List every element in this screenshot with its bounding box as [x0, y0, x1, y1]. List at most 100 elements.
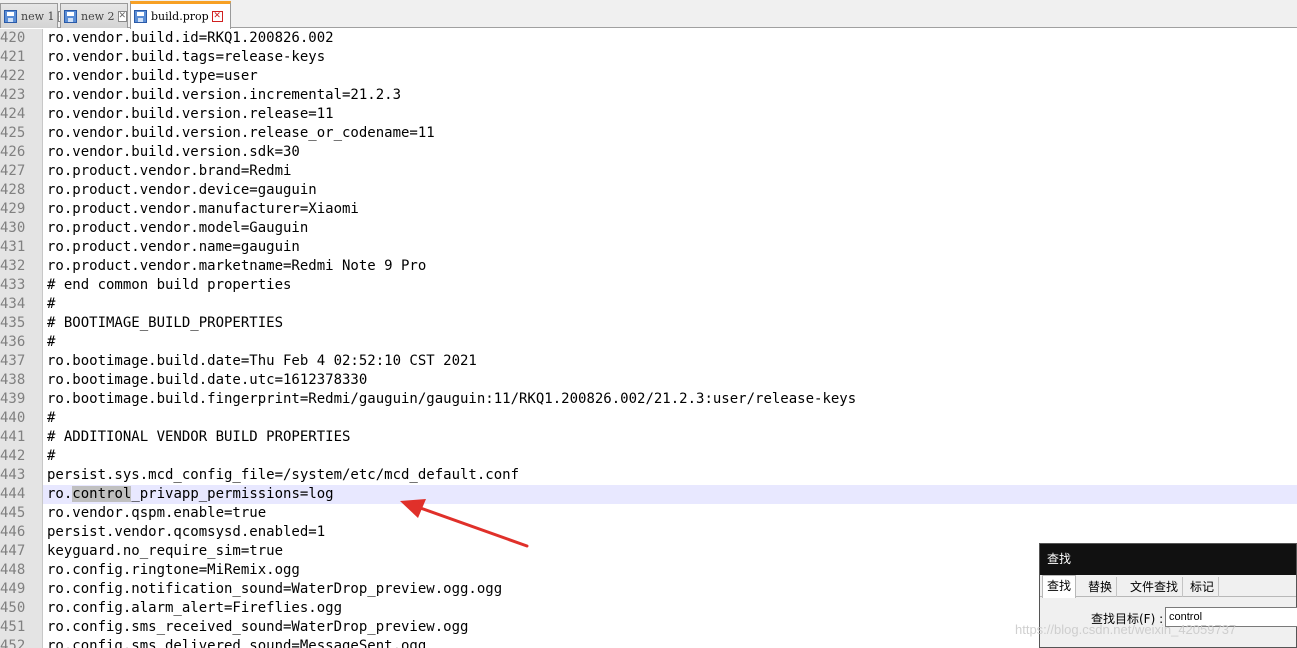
code-line[interactable]: 436 #	[0, 333, 1297, 352]
line-text: ro.product.vendor.device=gauguin	[47, 182, 317, 198]
code-line[interactable]: 437 ro.bootimage.build.date=Thu Feb 4 02:…	[0, 352, 1297, 371]
tab-replace[interactable]: 替换	[1084, 577, 1118, 597]
line-number: 422	[0, 68, 26, 84]
line-number: 438	[0, 372, 26, 388]
code-line[interactable]: 441 # ADDITIONAL VENDOR BUILD PROPERTIES	[0, 428, 1297, 447]
line-number: 435	[0, 315, 26, 331]
save-icon	[134, 10, 147, 23]
code-line[interactable]: 435 # BOOTIMAGE_BUILD_PROPERTIES	[0, 314, 1297, 333]
code-line[interactable]: 442 #	[0, 447, 1297, 466]
code-line[interactable]: 423 ro.vendor.build.version.incremental=2…	[0, 86, 1297, 105]
line-text: ro.product.vendor.brand=Redmi	[47, 163, 292, 179]
code-line[interactable]: 424 ro.vendor.build.version.release=11	[0, 105, 1297, 124]
line-text: ro.vendor.build.version.release=11	[47, 106, 334, 122]
save-icon	[64, 9, 77, 23]
search-match-highlight: control	[72, 486, 132, 502]
line-text: ro.product.vendor.model=Gauguin	[47, 220, 309, 236]
line-text: ro.vendor.build.version.incremental=21.2…	[47, 87, 402, 103]
code-line[interactable]: 428 ro.product.vendor.device=gauguin	[0, 181, 1297, 200]
line-number: 433	[0, 277, 26, 293]
code-line[interactable]: 430 ro.product.vendor.model=Gauguin	[0, 219, 1297, 238]
tab-label: build.prop	[151, 10, 209, 23]
find-dialog: 查找 查找 替换 文件查找 标记 查找目标(F) :	[1039, 543, 1297, 648]
line-number: 443	[0, 467, 26, 483]
code-line[interactable]: 433 # end common build properties	[0, 276, 1297, 295]
line-number: 442	[0, 448, 26, 464]
code-line[interactable]: 438 ro.bootimage.build.date.utc=161237833…	[0, 371, 1297, 390]
line-number: 440	[0, 410, 26, 426]
close-icon[interactable]: ✕	[211, 11, 223, 22]
line-number: 450	[0, 600, 26, 616]
line-text: ro.config.ringtone=MiRemix.ogg	[47, 562, 300, 578]
code-line[interactable]: 443 persist.sys.mcd_config_file=/system/e…	[0, 466, 1297, 485]
line-text-before-match: ro.	[47, 486, 73, 502]
tab-new-2[interactable]: new 2 ✕	[60, 3, 128, 28]
line-text: #	[47, 296, 56, 312]
line-text: # ADDITIONAL VENDOR BUILD PROPERTIES	[47, 429, 351, 445]
line-number: 439	[0, 391, 26, 407]
tab-mark[interactable]: 标记	[1186, 577, 1220, 597]
code-line[interactable]: 439 ro.bootimage.build.fingerprint=Redmi/…	[0, 390, 1297, 409]
code-line[interactable]: 434 #	[0, 295, 1297, 314]
line-text: ro.vendor.build.type=user	[47, 68, 258, 84]
code-line[interactable]: 421 ro.vendor.build.tags=release-keys	[0, 48, 1297, 67]
tab-bar: new 1 ✕ new 2 ✕ build.prop ✕	[0, 0, 1297, 29]
line-number: 445	[0, 505, 26, 521]
line-text: ro.bootimage.build.date=Thu Feb 4 02:52:…	[47, 353, 477, 369]
code-line[interactable]: 445 ro.vendor.qspm.enable=true	[0, 504, 1297, 523]
line-text: ro.vendor.build.version.release_or_coden…	[47, 125, 435, 141]
line-number: 426	[0, 144, 26, 160]
line-text-after-match: _privapp_permissions=log	[131, 486, 334, 502]
code-line[interactable]: 440 #	[0, 409, 1297, 428]
line-number: 432	[0, 258, 26, 274]
code-line[interactable]: 429 ro.product.vendor.manufacturer=Xiaomi	[0, 200, 1297, 219]
code-line[interactable]: 432 ro.product.vendor.marketname=Redmi No…	[0, 257, 1297, 276]
tab-find-in-files[interactable]: 文件查找	[1126, 577, 1184, 597]
line-number: 420	[0, 30, 26, 46]
line-number: 446	[0, 524, 26, 540]
line-text: ro.product.vendor.marketname=Redmi Note …	[47, 258, 427, 274]
code-line[interactable]: 444 ro.control_privapp_permissions=log	[0, 485, 1297, 504]
code-line[interactable]: 427 ro.product.vendor.brand=Redmi	[0, 162, 1297, 181]
code-line[interactable]: 426 ro.vendor.build.version.sdk=30	[0, 143, 1297, 162]
code-line[interactable]: 422 ro.vendor.build.type=user	[0, 67, 1297, 86]
line-text: # end common build properties	[47, 277, 292, 293]
tab-label: new 1	[21, 9, 55, 23]
line-number: 436	[0, 334, 26, 350]
line-number: 434	[0, 296, 26, 312]
save-icon	[4, 9, 17, 23]
find-dialog-tabs: 查找 替换 文件查找 标记	[1040, 575, 1296, 598]
line-text: ro.config.sms_delivered_sound=MessageSen…	[47, 638, 427, 648]
tab-new-1[interactable]: new 1 ✕	[0, 3, 68, 28]
line-text: ro.config.alarm_alert=Fireflies.ogg	[47, 600, 343, 616]
line-text: ro.vendor.build.id=RKQ1.200826.002	[47, 30, 334, 46]
tab-build-prop[interactable]: build.prop ✕	[130, 1, 231, 29]
code-line[interactable]: 446 persist.vendor.qcomsysd.enabled=1	[0, 523, 1297, 542]
line-number: 430	[0, 220, 26, 236]
line-number: 451	[0, 619, 26, 635]
find-target-label: 查找目标(F) :	[1091, 612, 1164, 626]
line-number: 437	[0, 353, 26, 369]
line-number: 429	[0, 201, 26, 217]
line-number: 447	[0, 543, 26, 559]
line-text: ro.bootimage.build.date.utc=1612378330	[47, 372, 368, 388]
line-number: 427	[0, 163, 26, 179]
line-text: persist.sys.mcd_config_file=/system/etc/…	[47, 467, 520, 483]
tab-find[interactable]: 查找	[1042, 575, 1077, 598]
line-number: 424	[0, 106, 26, 122]
code-line[interactable]: 425 ro.vendor.build.version.release_or_co…	[0, 124, 1297, 143]
line-number: 441	[0, 429, 26, 445]
find-target-input[interactable]	[1165, 607, 1297, 627]
find-dialog-title: 查找	[1040, 544, 1296, 575]
code-line[interactable]: 420 ro.vendor.build.id=RKQ1.200826.002	[0, 29, 1297, 48]
line-text: keyguard.no_require_sim=true	[47, 543, 284, 559]
line-number: 452	[0, 638, 26, 648]
close-icon[interactable]: ✕	[117, 10, 128, 22]
line-text: #	[47, 410, 56, 426]
line-number: 421	[0, 49, 26, 65]
line-text: ro.bootimage.build.fingerprint=Redmi/gau…	[47, 391, 857, 407]
line-number: 449	[0, 581, 26, 597]
code-line[interactable]: 431 ro.product.vendor.name=gauguin	[0, 238, 1297, 257]
line-text: #	[47, 448, 56, 464]
line-text: ro.product.vendor.manufacturer=Xiaomi	[47, 201, 359, 217]
